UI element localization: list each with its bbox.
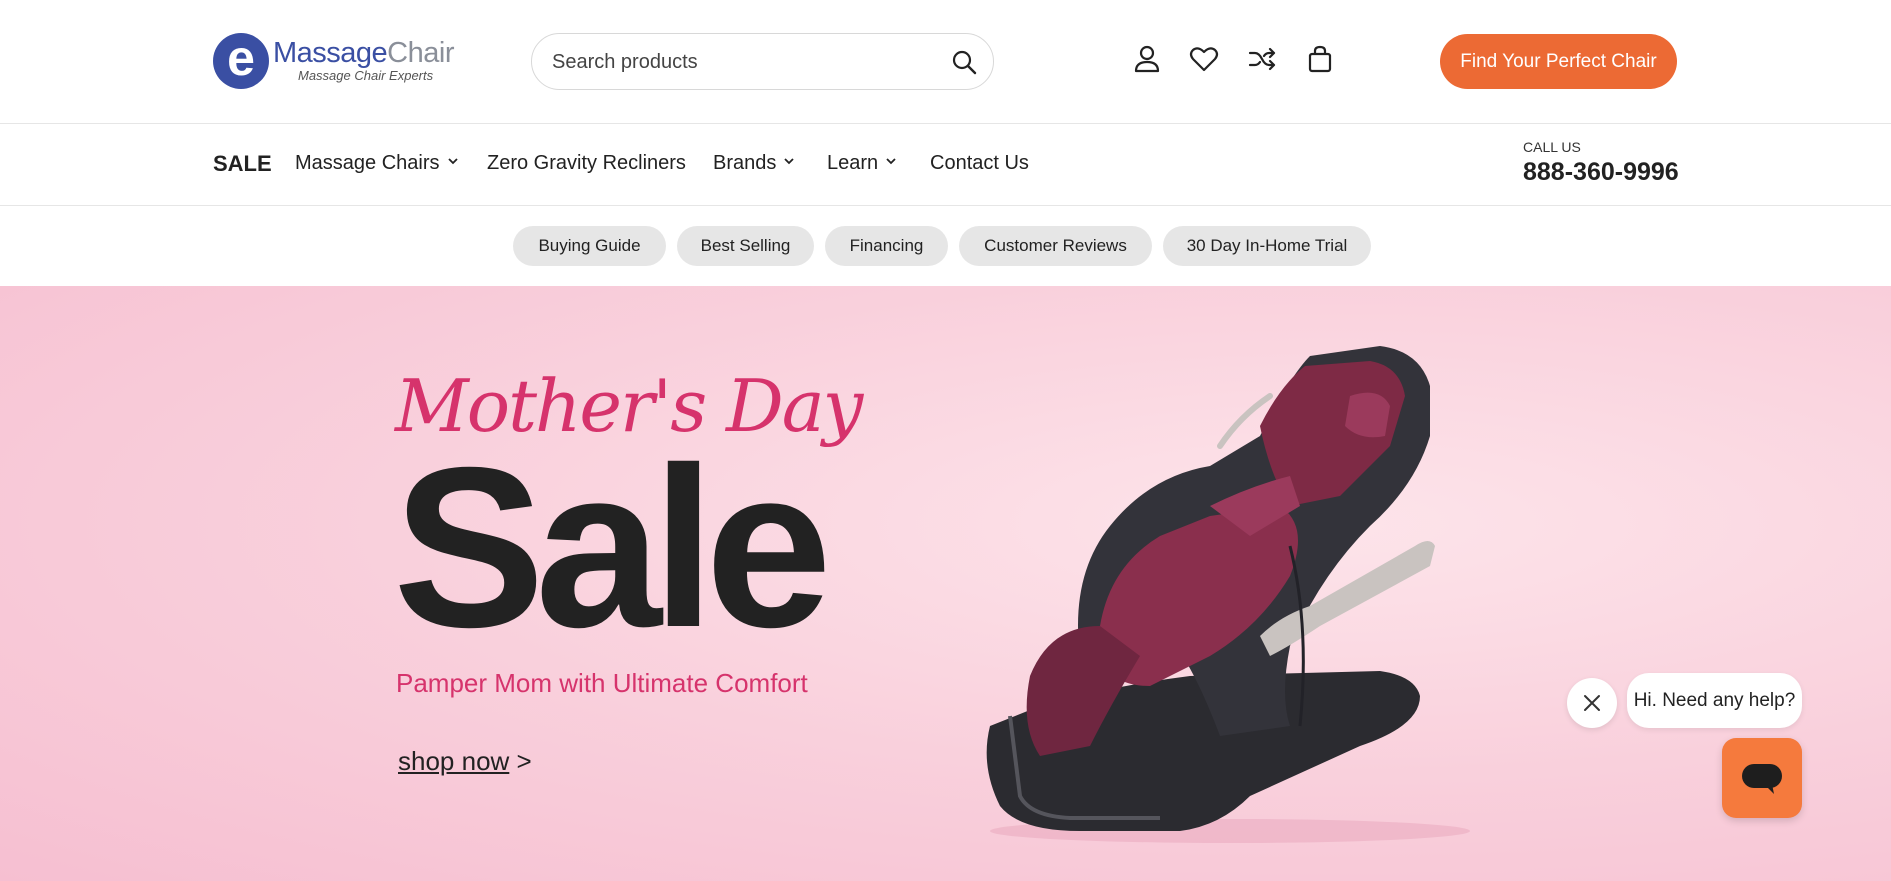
compare-icon[interactable] [1247, 44, 1277, 74]
pill-buying-guide[interactable]: Buying Guide [513, 226, 666, 266]
nav-item-contact[interactable]: Contact Us [930, 152, 1029, 175]
logo-word-chair: Chair [387, 37, 454, 69]
shop-now-arrow: > [516, 746, 532, 776]
chevron-down-icon [886, 158, 896, 165]
quick-links-bar: Buying Guide Best Selling Financing Cust… [0, 206, 1891, 286]
search-bar [531, 33, 994, 90]
nav-item-label: Learn [827, 152, 879, 174]
logo-wordmark: MassageChair [273, 37, 454, 70]
nav-item-label: Brands [713, 152, 777, 174]
phone-number-link[interactable]: 888-360-9996 [1523, 158, 1679, 187]
nav-item-learn[interactable]: Learn [827, 152, 896, 175]
pill-customer-reviews[interactable]: Customer Reviews [959, 226, 1152, 266]
site-logo[interactable]: e MassageChair Massage Chair Experts [213, 33, 454, 91]
hero-banner[interactable]: Mother's Day Sale Pamper Mom with Ultima… [0, 286, 1891, 881]
chat-icon [1742, 764, 1782, 794]
hero-tagline: Pamper Mom with Ultimate Comfort [396, 668, 808, 698]
account-icon[interactable] [1132, 44, 1162, 74]
shop-now-link[interactable]: shop now > [398, 746, 532, 777]
nav-item-label: Massage Chairs [295, 152, 440, 174]
logo-e-mark: e [213, 33, 269, 89]
logo-word-massage: Massage [273, 37, 388, 69]
shop-now-label: shop now [398, 746, 510, 776]
nav-item-sale[interactable]: SALE [213, 151, 272, 177]
nav-item-massage-chairs[interactable]: Massage Chairs [295, 152, 458, 175]
pill-in-home-trial[interactable]: 30 Day In-Home Trial [1163, 226, 1371, 266]
find-your-chair-button[interactable]: Find Your Perfect Chair [1440, 34, 1677, 89]
pill-financing[interactable]: Financing [825, 226, 948, 266]
chevron-down-icon [784, 158, 795, 165]
wishlist-icon[interactable] [1189, 44, 1219, 74]
main-nav: SALE Massage Chairs Zero Gravity Recline… [0, 124, 1891, 206]
call-us-label: CALL US [1523, 139, 1581, 155]
hero-sale-title: Sale [393, 421, 832, 675]
pill-best-selling[interactable]: Best Selling [677, 226, 814, 266]
close-icon [1584, 695, 1600, 711]
search-input[interactable] [552, 48, 942, 76]
nav-item-zero-gravity[interactable]: Zero Gravity Recliners [487, 152, 686, 175]
search-icon[interactable] [951, 49, 977, 75]
top-header: e MassageChair Massage Chair Experts Fin… [0, 0, 1891, 124]
chevron-down-icon [447, 158, 458, 165]
nav-item-brands[interactable]: Brands [713, 152, 795, 175]
massage-chair-image [986, 346, 1470, 843]
chat-greeting-bubble[interactable]: Hi. Need any help? [1627, 673, 1802, 728]
chat-close-button[interactable] [1567, 678, 1617, 728]
logo-tagline: Massage Chair Experts [298, 68, 434, 83]
chat-launcher-button[interactable] [1722, 738, 1802, 818]
cart-icon[interactable] [1305, 44, 1335, 74]
